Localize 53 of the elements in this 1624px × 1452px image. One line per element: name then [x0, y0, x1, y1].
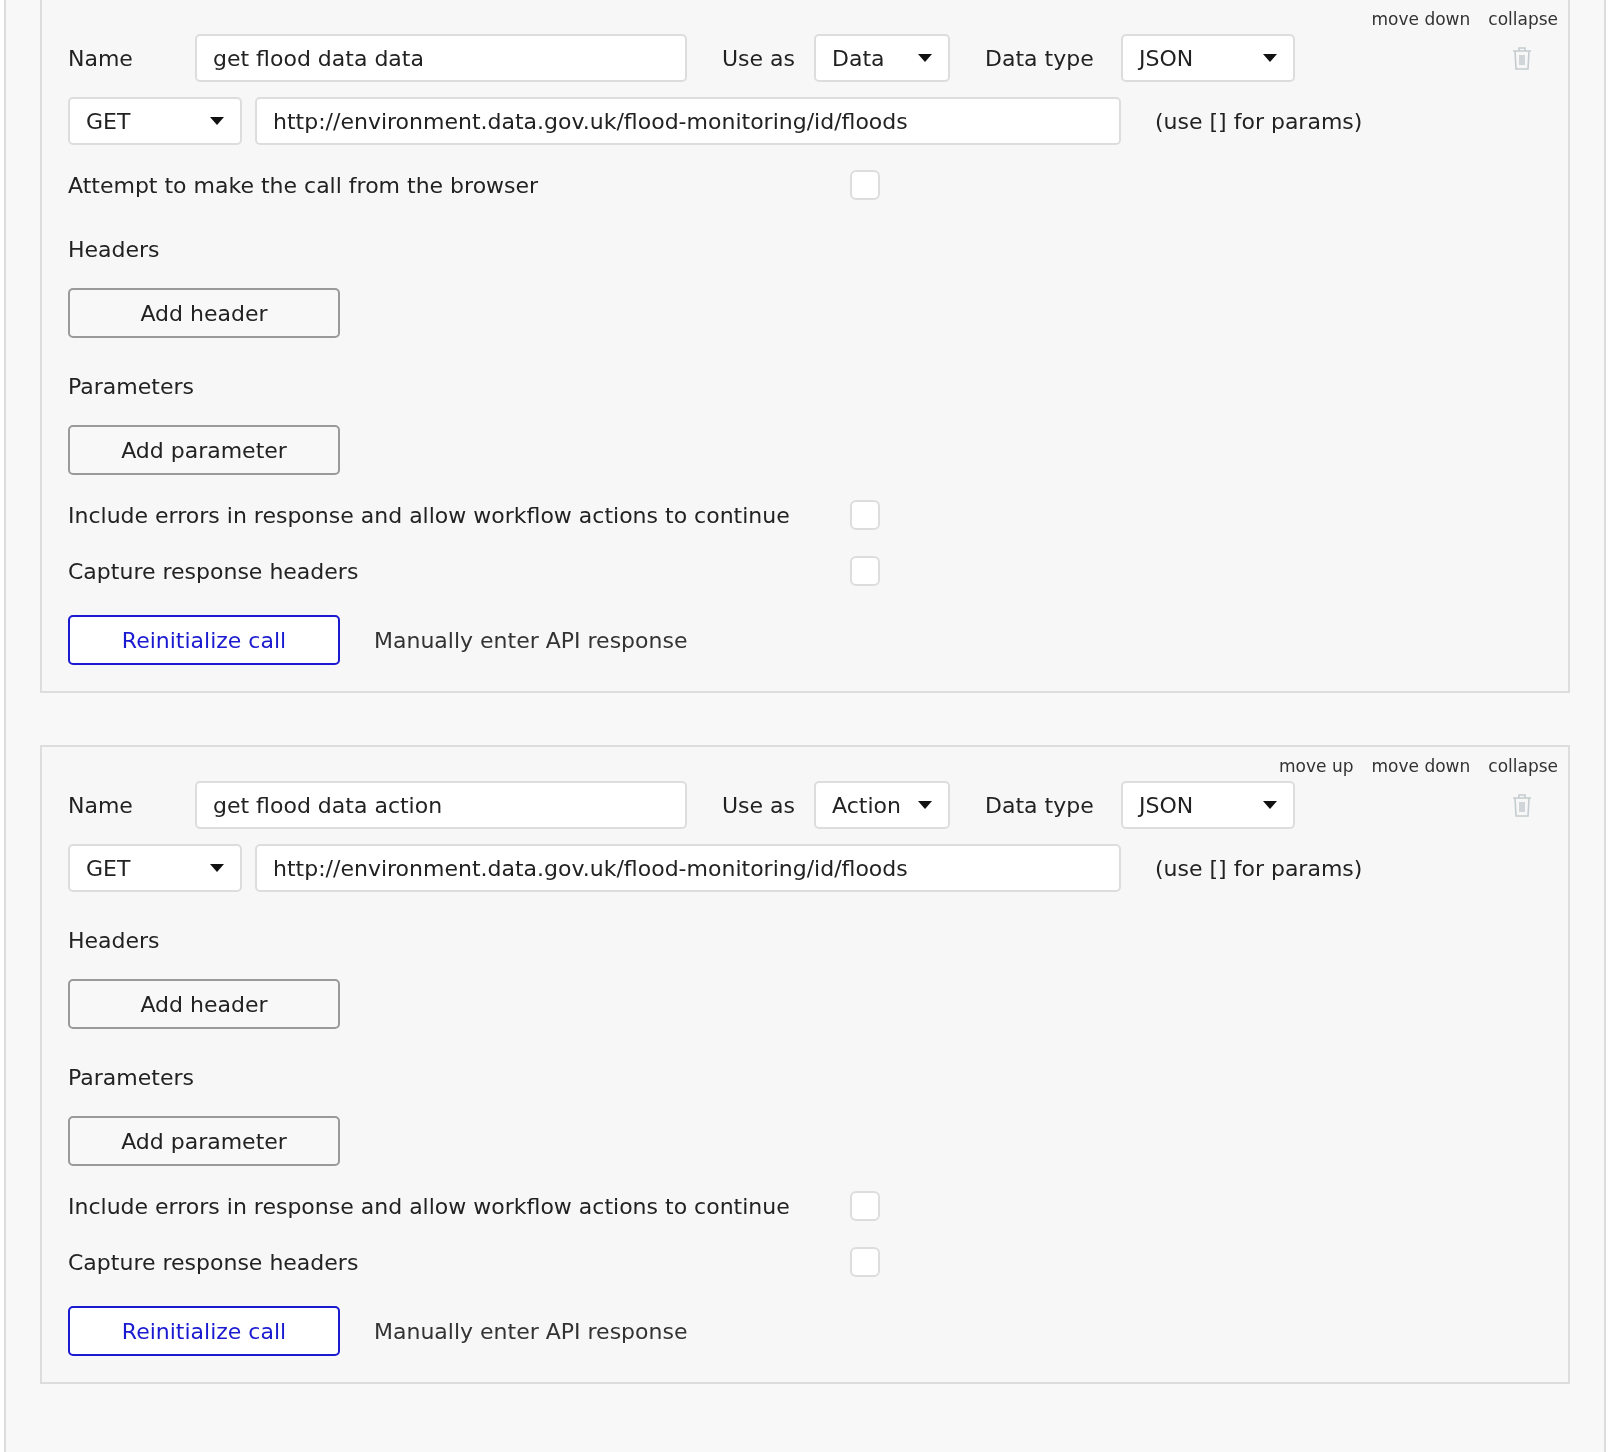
name-field[interactable]: get flood data action: [195, 781, 687, 829]
option-label: Capture response headers: [68, 1249, 360, 1275]
trash-icon[interactable]: [1512, 46, 1532, 70]
manual-response-link[interactable]: Manually enter API response: [374, 627, 688, 653]
reinitialize-button[interactable]: Reinitialize call: [68, 615, 340, 665]
checkbox[interactable]: [850, 1247, 880, 1277]
name-field[interactable]: get flood data data: [195, 34, 687, 82]
caret-icon: [210, 117, 224, 125]
field-label: Name: [68, 45, 134, 71]
use-as-dropdown[interactable]: Data: [814, 34, 950, 82]
url-field[interactable]: http://environment.data.gov.uk/flood-monitoring/id/floods: [255, 844, 1121, 892]
section-label: Parameters: [68, 1065, 195, 1090]
field-label: Use as: [722, 45, 797, 71]
option-label: Include errors in response and allow workflow actions to continue: [68, 502, 791, 528]
add-button[interactable]: Add header: [68, 288, 340, 338]
method-dropdown[interactable]: GET: [68, 844, 242, 892]
caret-icon: [918, 54, 932, 62]
field-label: Data type: [985, 45, 1095, 71]
field-label: Name: [68, 792, 134, 818]
caret-icon: [918, 801, 932, 809]
data-type-dropdown[interactable]: JSON: [1121, 34, 1295, 82]
card-action-link[interactable]: move down: [1371, 9, 1471, 29]
section-label: Parameters: [68, 374, 195, 399]
checkbox[interactable]: [850, 170, 880, 200]
reinitialize-button[interactable]: Reinitialize call: [68, 1306, 340, 1356]
field-label: Use as: [722, 792, 797, 818]
card-action-link[interactable]: move up: [1279, 756, 1354, 776]
trash-icon[interactable]: [1512, 793, 1532, 817]
add-button[interactable]: Add parameter: [68, 1116, 340, 1166]
checkbox[interactable]: [850, 500, 880, 530]
option-label: Include errors in response and allow workflow actions to continue: [68, 1193, 791, 1219]
field-label: Data type: [985, 792, 1095, 818]
card-action-link[interactable]: collapse: [1488, 756, 1558, 776]
option-label: Attempt to make the call from the browser: [68, 172, 540, 198]
checkbox[interactable]: [850, 1191, 880, 1221]
caret-icon: [1263, 54, 1277, 62]
use-as-dropdown[interactable]: Action: [814, 781, 950, 829]
caret-icon: [1263, 801, 1277, 809]
url-hint: (use [] for params): [1155, 855, 1363, 881]
option-label: Capture response headers: [68, 558, 360, 584]
url-field[interactable]: http://environment.data.gov.uk/flood-monitoring/id/floods: [255, 97, 1121, 145]
card-action-link[interactable]: collapse: [1488, 9, 1558, 29]
card-action-link[interactable]: move down: [1371, 756, 1471, 776]
url-hint: (use [] for params): [1155, 108, 1363, 134]
caret-icon: [210, 864, 224, 872]
section-label: Headers: [68, 237, 161, 262]
manual-response-link[interactable]: Manually enter API response: [374, 1318, 688, 1344]
add-button[interactable]: Add parameter: [68, 425, 340, 475]
checkbox[interactable]: [850, 556, 880, 586]
data-type-dropdown[interactable]: JSON: [1121, 781, 1295, 829]
section-label: Headers: [68, 928, 161, 953]
method-dropdown[interactable]: GET: [68, 97, 242, 145]
add-button[interactable]: Add header: [68, 979, 340, 1029]
